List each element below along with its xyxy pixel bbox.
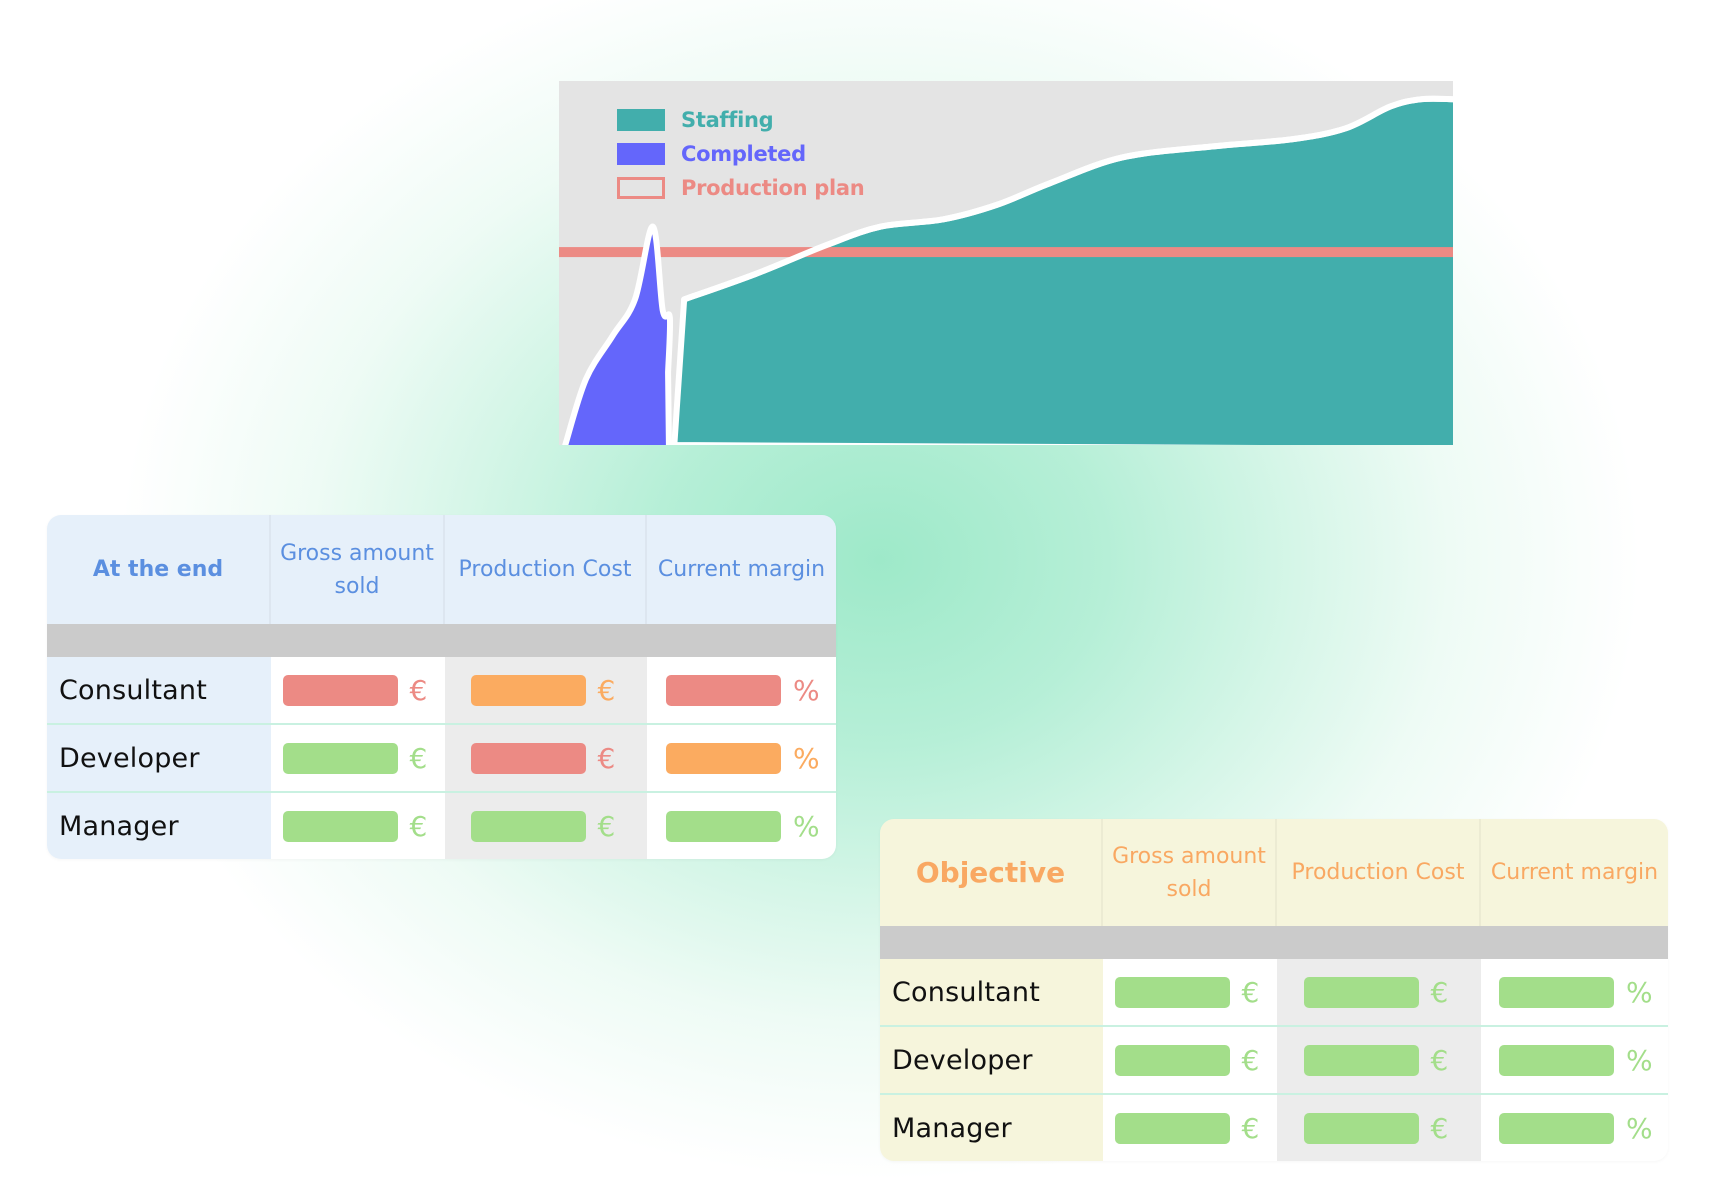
euro-icon: € xyxy=(1241,1043,1260,1077)
table-body: Consultant € €% Developer € €% Manager € €% xyxy=(47,657,836,859)
euro-icon: € xyxy=(409,809,428,843)
percent-icon: % xyxy=(1626,1111,1653,1145)
legend-label-completed: Completed xyxy=(681,142,806,166)
status-bar-good xyxy=(666,810,781,842)
status-cell: € xyxy=(271,725,445,791)
percent-icon: % xyxy=(1626,1043,1653,1077)
row-label: Manager xyxy=(880,1095,1103,1161)
at-the-end-table: At the end Gross amount sold Production … xyxy=(47,515,836,859)
legend-swatch-production-plan xyxy=(617,177,665,199)
status-cell: % xyxy=(647,793,836,859)
table-header: Objective Gross amount sold Production C… xyxy=(880,819,1668,926)
status-bar-good xyxy=(1303,1044,1419,1076)
row-label: Consultant xyxy=(880,959,1103,1025)
column-header-gross-amount-sold: Gross amount sold xyxy=(1103,819,1277,926)
production-chart: Staffing Completed Production plan xyxy=(559,81,1453,445)
status-bar-warning xyxy=(470,674,586,706)
status-bar-good xyxy=(1114,1044,1230,1076)
legend-item-staffing: Staffing xyxy=(617,103,864,137)
status-bar-good xyxy=(1499,976,1614,1008)
status-bar-good xyxy=(1499,1044,1614,1076)
table-body: Consultant € €% Developer € €% Manager € €% xyxy=(880,959,1668,1161)
column-header-gross-amount-sold: Gross amount sold xyxy=(271,515,445,624)
table-header: At the end Gross amount sold Production … xyxy=(47,515,836,624)
status-cell: % xyxy=(1481,1095,1668,1161)
row-label: Consultant xyxy=(47,657,271,723)
legend-label-staffing: Staffing xyxy=(681,108,774,132)
table-row: Manager € €% xyxy=(880,1093,1668,1161)
legend-label-production-plan: Production plan xyxy=(681,176,865,200)
table-title: At the end xyxy=(47,515,271,624)
column-header-production-cost: Production Cost xyxy=(445,515,647,624)
legend-item-production-plan: Production plan xyxy=(617,171,865,205)
status-cell: € xyxy=(1103,959,1277,1025)
status-bar-good xyxy=(1303,976,1419,1008)
euro-icon: € xyxy=(1241,975,1260,1009)
status-cell: % xyxy=(1481,959,1668,1025)
production-plan-line xyxy=(559,247,1453,258)
objective-table: Objective Gross amount sold Production C… xyxy=(880,819,1668,1161)
status-cell: € xyxy=(271,793,445,859)
euro-icon: € xyxy=(409,741,428,775)
header-separator-band xyxy=(880,926,1668,959)
table-title: Objective xyxy=(880,819,1103,926)
status-bar-good xyxy=(282,742,398,774)
status-cell: € xyxy=(271,657,445,723)
column-header-current-margin: Current margin xyxy=(1490,860,1659,885)
percent-icon: % xyxy=(793,741,820,775)
column-header-current-margin: Current margin xyxy=(657,557,826,582)
status-bar-warning xyxy=(666,742,781,774)
status-cell: % xyxy=(1481,1027,1668,1093)
euro-icon: € xyxy=(409,673,428,707)
status-cell: % xyxy=(647,657,836,723)
row-label: Manager xyxy=(47,793,271,859)
table-row: Developer € €% xyxy=(47,723,836,791)
status-cell: € xyxy=(445,657,647,723)
legend-swatch-completed xyxy=(617,143,665,165)
euro-icon: € xyxy=(1430,1043,1449,1077)
euro-icon: € xyxy=(1430,1111,1449,1145)
status-cell: € xyxy=(1277,959,1481,1025)
table-row: Consultant € €% xyxy=(47,657,836,723)
status-bar-good xyxy=(1303,1112,1419,1144)
euro-icon: € xyxy=(1241,1111,1260,1145)
status-cell: € xyxy=(1277,1027,1481,1093)
status-bar-bad xyxy=(282,674,398,706)
status-bar-good xyxy=(282,810,398,842)
status-bar-bad xyxy=(666,674,781,706)
euro-icon: € xyxy=(597,809,616,843)
status-bar-good xyxy=(1114,976,1230,1008)
status-bar-good xyxy=(1114,1112,1230,1144)
status-bar-good xyxy=(470,810,586,842)
header-separator-band xyxy=(47,624,836,657)
status-cell: € xyxy=(445,793,647,859)
euro-icon: € xyxy=(597,673,616,707)
percent-icon: % xyxy=(1626,975,1653,1009)
status-cell: € xyxy=(1103,1095,1277,1161)
table-row: Developer € €% xyxy=(880,1025,1668,1093)
table-row: Manager € €% xyxy=(47,791,836,859)
status-bar-bad xyxy=(470,742,586,774)
status-bar-good xyxy=(1499,1112,1614,1144)
status-cell: € xyxy=(1277,1095,1481,1161)
legend-item-completed: Completed xyxy=(617,137,864,171)
status-cell: € xyxy=(445,725,647,791)
status-cell: € xyxy=(1103,1027,1277,1093)
table-row: Consultant € €% xyxy=(880,959,1668,1025)
legend-swatch-staffing xyxy=(617,109,665,131)
euro-icon: € xyxy=(1430,975,1449,1009)
euro-icon: € xyxy=(597,741,616,775)
percent-icon: % xyxy=(793,673,820,707)
completed-area xyxy=(562,223,674,445)
status-cell: % xyxy=(647,725,836,791)
column-header-production-cost: Production Cost xyxy=(1277,819,1481,926)
row-label: Developer xyxy=(47,725,271,791)
percent-icon: % xyxy=(793,809,820,843)
chart-legend: Staffing Completed Production plan xyxy=(617,103,865,205)
row-label: Developer xyxy=(880,1027,1103,1093)
